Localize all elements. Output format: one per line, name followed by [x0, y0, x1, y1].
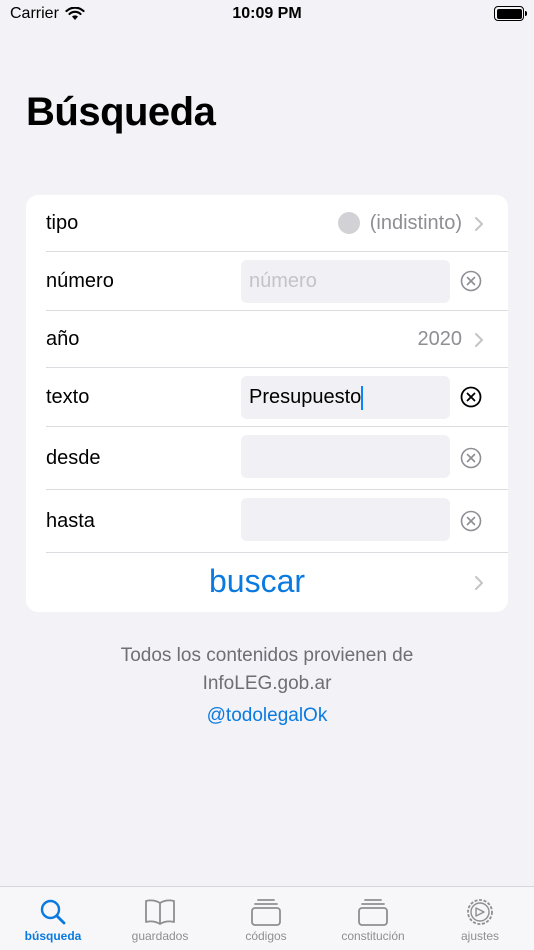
hasta-input[interactable] [241, 498, 450, 541]
chevron-right-icon [475, 576, 483, 590]
tab-busqueda[interactable]: búsqueda [0, 897, 106, 943]
chevron-right-icon [475, 333, 483, 347]
stack-icon [358, 899, 388, 926]
gear-icon [467, 899, 493, 925]
desde-row: desde [46, 427, 508, 490]
texto-row: texto Presupuesto [46, 368, 508, 427]
numero-input[interactable]: número [241, 260, 450, 303]
book-icon [145, 899, 175, 925]
tipo-color-dot [337, 212, 360, 234]
stack-icon [251, 899, 281, 926]
hasta-label: hasta [46, 509, 95, 532]
desde-label: desde [46, 446, 101, 469]
tipo-row[interactable]: tipo (indistinto) [46, 195, 508, 252]
search-form-card: tipo (indistinto) número número año 2020… [26, 195, 508, 612]
tab-guardados[interactable]: guardados [107, 897, 213, 943]
tab-ajustes[interactable]: ajustes [427, 897, 533, 943]
page-title: Búsqueda [26, 90, 216, 134]
clear-texto-icon[interactable] [460, 386, 482, 408]
twitter-handle-link[interactable]: @todolegalOk [0, 705, 534, 727]
anio-label: año [46, 327, 80, 350]
status-bar: Carrier 10:09 PM [0, 0, 534, 30]
tab-label: búsqueda [24, 929, 82, 943]
numero-row: número número [46, 252, 508, 311]
battery-icon [494, 6, 527, 21]
desde-input[interactable] [241, 435, 450, 478]
search-button[interactable]: buscar [26, 563, 488, 600]
tab-label: ajustes [460, 929, 500, 943]
clear-numero-icon[interactable] [460, 270, 482, 292]
chevron-right-icon [475, 217, 483, 231]
source-note-line2: InfoLEG.gob.ar [202, 673, 332, 694]
tab-bar: búsqueda guardados códigos constitución … [0, 886, 534, 950]
texto-label: texto [46, 385, 90, 408]
hasta-row: hasta [46, 490, 508, 553]
tab-codigos[interactable]: códigos [213, 897, 319, 943]
tab-label: códigos [245, 929, 287, 943]
source-note-line1: Todos los contenidos provienen de [120, 645, 414, 666]
tipo-value: (indistinto) [337, 211, 462, 235]
tab-label: guardados [131, 929, 189, 943]
anio-value: 2020 [417, 327, 463, 350]
numero-label: número [46, 269, 114, 292]
tipo-label: tipo [46, 211, 79, 234]
clear-desde-icon[interactable] [460, 447, 482, 469]
source-note: Todos los contenidos provienen de InfoLE… [0, 642, 534, 698]
texto-input[interactable]: Presupuesto [241, 376, 450, 419]
texto-input-value: Presupuesto [249, 386, 362, 408]
tipo-value-text: (indistinto) [369, 211, 462, 234]
clear-hasta-icon[interactable] [460, 510, 482, 532]
tab-label: constitución [341, 929, 405, 943]
search-icon [40, 899, 66, 925]
search-button-row[interactable]: buscar [26, 553, 508, 612]
anio-row[interactable]: año 2020 [46, 311, 508, 368]
tab-constitucion[interactable]: constitución [320, 897, 426, 943]
status-time: 10:09 PM [232, 5, 302, 22]
text-cursor [361, 385, 364, 410]
